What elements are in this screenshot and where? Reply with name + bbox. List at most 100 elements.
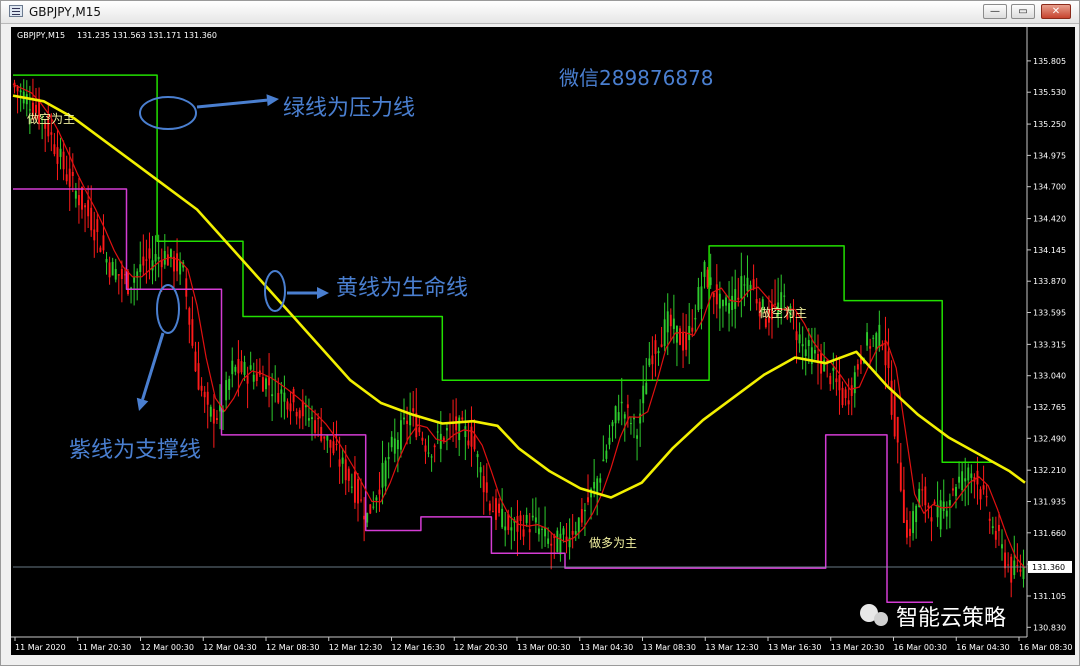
price-tick-label: 133.040 <box>1033 372 1066 381</box>
candle-body <box>111 261 114 276</box>
maximize-button[interactable]: ▭ <box>1011 4 1035 19</box>
candle-body <box>145 259 148 261</box>
candle-body <box>240 361 243 373</box>
candle-body <box>948 500 951 506</box>
candle-body <box>709 277 712 286</box>
wechat-annotation: 微信289876878 <box>559 66 714 90</box>
candle-body <box>547 538 550 544</box>
candle-body <box>651 355 654 365</box>
candle-body <box>77 195 80 206</box>
chart-window-icon <box>9 5 23 17</box>
candle-body <box>893 396 896 437</box>
title-bar[interactable]: GBPJPY,M15 — ▭ ✕ <box>1 1 1079 24</box>
candle-body <box>869 346 872 349</box>
time-tick-label: 13 Mar 12:30 <box>705 643 758 652</box>
candle-body <box>599 478 602 483</box>
price-chart[interactable]: GBPJPY,M15 131.235 131.563 131.171 131.3… <box>11 27 1075 655</box>
candle-body <box>887 351 890 369</box>
candle-body <box>626 404 629 408</box>
candle-body <box>504 526 507 531</box>
candle-body <box>188 308 191 325</box>
candle-body <box>53 144 56 155</box>
candle-body <box>734 289 737 309</box>
candle-body <box>231 360 234 375</box>
candle-body <box>519 515 522 521</box>
candle-body <box>62 151 65 170</box>
candle-body <box>933 501 936 505</box>
candle-body <box>96 219 99 233</box>
short-bias-label-2: 做空为主 <box>759 305 807 320</box>
candle-body <box>353 471 356 503</box>
candle-body <box>154 254 157 262</box>
candle-body <box>951 488 954 491</box>
candle-body <box>617 412 620 421</box>
candle-body <box>470 426 473 447</box>
candle-body <box>369 504 372 514</box>
candle-body <box>915 505 918 523</box>
candle-body <box>648 358 651 366</box>
candle-body <box>675 325 678 343</box>
close-button[interactable]: ✕ <box>1041 4 1071 19</box>
candle-body <box>151 260 154 271</box>
candle-body <box>488 503 491 511</box>
price-tick-label: 133.315 <box>1033 340 1066 349</box>
price-tick-label: 134.975 <box>1033 151 1066 160</box>
candle-body <box>28 109 31 111</box>
candle-body <box>99 247 102 252</box>
candle-body <box>725 297 727 306</box>
candle-body <box>482 476 485 493</box>
candle-body <box>593 482 596 489</box>
candle-body <box>645 382 648 395</box>
candle-body <box>157 256 160 260</box>
candle-body <box>265 378 267 390</box>
minimize-button[interactable]: — <box>983 4 1007 19</box>
candle-body <box>924 486 927 506</box>
price-tick-label: 131.105 <box>1033 592 1066 601</box>
candle-body <box>139 264 142 273</box>
candle-body <box>997 524 1000 532</box>
candle-body <box>531 515 534 518</box>
candle-body <box>439 433 442 449</box>
candle-body <box>212 408 215 424</box>
candle-body <box>326 435 329 441</box>
candle-body <box>283 392 286 402</box>
candle-body <box>884 340 887 366</box>
candle-body <box>366 513 369 523</box>
candle-body <box>682 331 685 351</box>
candle-body <box>921 489 924 491</box>
candle-body <box>127 271 129 295</box>
candle-body <box>1007 564 1010 566</box>
chart-background <box>11 27 1075 655</box>
candle-body <box>74 191 77 199</box>
candle-body <box>246 375 249 384</box>
time-tick-label: 12 Mar 00:30 <box>141 643 194 652</box>
candle-body <box>755 299 758 304</box>
candle-body <box>102 235 105 251</box>
candle-body <box>902 489 905 523</box>
candle-body <box>344 459 347 481</box>
candle-body <box>479 467 482 473</box>
candle-body <box>614 406 617 424</box>
candle-body <box>105 258 108 263</box>
candle-body <box>16 86 19 92</box>
candle-body <box>375 497 378 501</box>
candle-body <box>225 380 228 401</box>
candle-body <box>50 132 53 135</box>
candle-body <box>19 90 22 93</box>
candle-body <box>522 529 525 537</box>
candle-body <box>442 437 445 441</box>
candle-body <box>249 365 252 370</box>
candle-body <box>384 460 387 487</box>
time-tick-label: 16 Mar 00:30 <box>894 643 947 652</box>
price-tick-label: 135.530 <box>1033 88 1066 97</box>
candle-body <box>329 439 332 448</box>
candle-body <box>396 439 399 450</box>
candle-body <box>841 387 844 406</box>
candle-body <box>970 473 973 478</box>
candle-body <box>424 445 427 452</box>
candle-body <box>206 391 209 405</box>
candle-body <box>583 509 586 512</box>
candle-body <box>176 253 179 272</box>
candle-body <box>817 353 819 362</box>
candle-body <box>491 511 494 513</box>
